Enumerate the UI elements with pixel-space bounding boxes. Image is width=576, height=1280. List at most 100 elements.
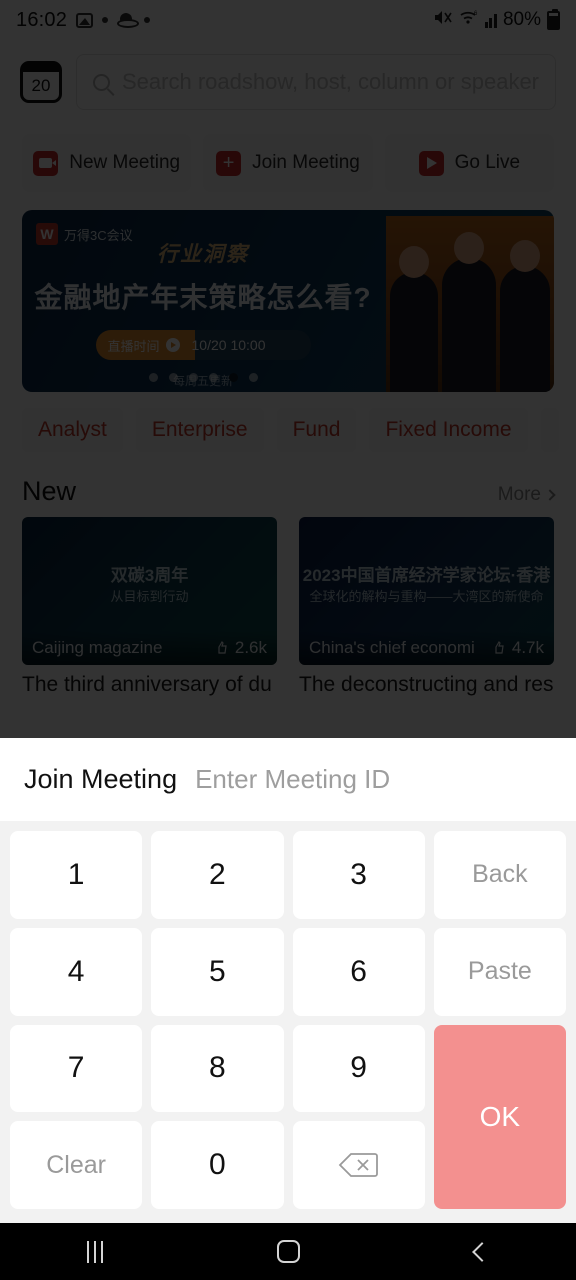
banner-slide[interactable]: W 万得3C会议 行业洞察 金融地产年末策略怎么看? 直播时间 10/20 10… xyxy=(22,210,554,392)
card-thumbnail[interactable]: 双碳3周年 从目标到行动 Caijing magazine 2.6k xyxy=(22,517,277,665)
card-source: Caijing magazine xyxy=(32,638,163,657)
banner-people-image xyxy=(386,216,554,392)
meeting-id-input[interactable]: Enter Meeting ID xyxy=(195,764,390,795)
status-bar-left: 16:02 xyxy=(16,8,151,32)
card-source: China's chief economi xyxy=(309,638,475,657)
chip-fixed-income[interactable]: Fixed Income xyxy=(369,408,528,452)
card-thumb-footer: China's chief economi 4.7k xyxy=(299,631,554,665)
key-6[interactable]: 6 xyxy=(292,927,425,1016)
card-likes-count: 2.6k xyxy=(234,638,267,657)
key-1[interactable]: 1 xyxy=(10,831,143,919)
signal-icon xyxy=(484,12,497,28)
card-thumb-text: 2023中国首席经济学家论坛·香港 全球化的解构与重构——大湾区的新使命 xyxy=(299,561,554,605)
ok-button[interactable]: OK xyxy=(433,1024,566,1209)
play-icon xyxy=(418,150,444,176)
home-icon[interactable] xyxy=(277,1240,301,1263)
new-meeting-label: New Meeting xyxy=(69,152,181,173)
banner-title: 金融地产年末策略怎么看? xyxy=(34,282,372,313)
banner-text-block: 行业洞察 金融地产年末策略怎么看? 直播时间 10/20 10:00 每周五更新 xyxy=(22,238,384,389)
section-title: New xyxy=(22,476,77,506)
status-bar: 16:02 6 80% xyxy=(0,0,576,40)
card-thumbnail[interactable]: 2023中国首席经济学家论坛·香港 全球化的解构与重构——大湾区的新使命 Chi… xyxy=(299,517,554,665)
search-placeholder: Search roadshow, host, column or speaker xyxy=(122,69,540,94)
battery-icon xyxy=(547,8,560,30)
chip-analyst[interactable]: Analyst xyxy=(22,408,123,452)
go-live-label: Go Live xyxy=(454,152,521,173)
battery-percent: 80% xyxy=(502,9,541,30)
new-meeting-button[interactable]: New Meeting xyxy=(22,134,192,192)
key-3[interactable]: 3 xyxy=(292,831,425,919)
card-thumb-footer: Caijing magazine 2.6k xyxy=(22,631,277,665)
photo-icon xyxy=(76,12,94,28)
carousel-dot[interactable] xyxy=(168,373,178,382)
wifi-icon: 6 xyxy=(459,9,479,31)
card-thumb-text: 双碳3周年 从目标到行动 xyxy=(22,561,277,605)
key-clear[interactable]: Clear xyxy=(10,1121,143,1209)
key-backspace[interactable] xyxy=(292,1121,425,1209)
plus-icon: + xyxy=(216,150,242,176)
thumbs-up-icon xyxy=(218,641,227,654)
key-5[interactable]: 5 xyxy=(151,927,284,1016)
chip-enterprise[interactable]: Enterprise xyxy=(135,408,264,452)
recents-icon[interactable] xyxy=(87,1240,104,1263)
search-icon xyxy=(93,73,110,91)
thumbs-up-icon xyxy=(495,641,504,654)
dot-icon xyxy=(144,17,151,23)
chip-overflow[interactable] xyxy=(540,408,559,452)
content-card-list: 双碳3周年 从目标到行动 Caijing magazine 2.6k The t… xyxy=(0,517,576,697)
carousel-dot[interactable] xyxy=(188,373,198,382)
card-thumb-kicker: 双碳3周年 xyxy=(110,566,189,586)
search-row: 20 Search roadshow, host, column or spea… xyxy=(0,40,576,120)
more-link[interactable]: More xyxy=(497,484,556,506)
modal-header: Join Meeting Enter Meeting ID xyxy=(0,738,576,821)
carousel-dot[interactable] xyxy=(248,373,258,382)
key-0[interactable]: 0 xyxy=(151,1121,284,1209)
list-item[interactable]: 2023中国首席经济学家论坛·香港 全球化的解构与重构——大湾区的新使命 Chi… xyxy=(299,517,554,697)
card-likes: 4.7k xyxy=(491,638,544,658)
key-7[interactable]: 7 xyxy=(10,1024,143,1113)
chip-fund[interactable]: Fund xyxy=(276,408,357,452)
banner-carousel[interactable]: W 万得3C会议 行业洞察 金融地产年末策略怎么看? 直播时间 10/20 10… xyxy=(0,210,576,392)
join-meeting-button[interactable]: + Join Meeting xyxy=(203,134,373,192)
join-meeting-label: Join Meeting xyxy=(252,152,360,173)
person-figure xyxy=(390,246,438,392)
carousel-dot[interactable] xyxy=(208,373,218,382)
go-live-button[interactable]: Go Live xyxy=(384,134,554,192)
search-input[interactable]: Search roadshow, host, column or speaker xyxy=(76,54,557,110)
key-4[interactable]: 4 xyxy=(10,927,143,1016)
calendar-icon[interactable]: 20 xyxy=(20,61,62,103)
key-8[interactable]: 8 xyxy=(151,1024,284,1113)
card-likes: 2.6k xyxy=(214,638,267,658)
banner-kicker: 行业洞察 xyxy=(157,243,249,266)
dot-icon xyxy=(102,17,109,23)
numeric-keypad: 1 2 3 Back 4 5 6 Paste 7 8 9 OK Clear 0 xyxy=(0,821,576,1223)
card-thumb-sub: 从目标到行动 xyxy=(110,589,189,605)
modal-title: Join Meeting xyxy=(24,764,178,794)
banner-live-badge: 直播时间 10/20 10:00 xyxy=(95,330,311,360)
play-small-icon xyxy=(165,338,180,352)
banner-badge-label: 直播时间 xyxy=(107,338,160,354)
carousel-dots[interactable] xyxy=(22,373,384,382)
android-navigation-bar xyxy=(0,1223,576,1280)
card-thumb-sub: 全球化的解构与重构——大湾区的新使命 xyxy=(309,589,544,605)
key-paste[interactable]: Paste xyxy=(433,927,566,1016)
carousel-dot[interactable] xyxy=(148,373,158,382)
card-likes-count: 4.7k xyxy=(511,638,544,657)
carousel-dot-active[interactable] xyxy=(228,373,238,382)
chevron-right-icon xyxy=(544,489,556,501)
section-header-new: New More xyxy=(0,458,576,517)
status-bar-right: 6 80% xyxy=(433,8,560,31)
svg-text:6: 6 xyxy=(474,11,478,17)
status-time: 16:02 xyxy=(16,8,68,31)
category-chips: Analyst Enterprise Fund Fixed Income xyxy=(0,392,576,458)
key-back[interactable]: Back xyxy=(433,831,566,919)
join-meeting-modal: Join Meeting Enter Meeting ID 1 2 3 Back… xyxy=(0,738,576,1223)
person-figure xyxy=(500,240,550,392)
video-camera-icon xyxy=(33,150,59,176)
list-item[interactable]: 双碳3周年 从目标到行动 Caijing magazine 2.6k The t… xyxy=(22,517,277,697)
more-label: More xyxy=(497,484,541,505)
key-9[interactable]: 9 xyxy=(292,1024,425,1113)
key-2[interactable]: 2 xyxy=(151,831,284,919)
back-icon[interactable] xyxy=(471,1241,492,1262)
banner-badge-time: 10/20 10:00 xyxy=(191,337,266,353)
